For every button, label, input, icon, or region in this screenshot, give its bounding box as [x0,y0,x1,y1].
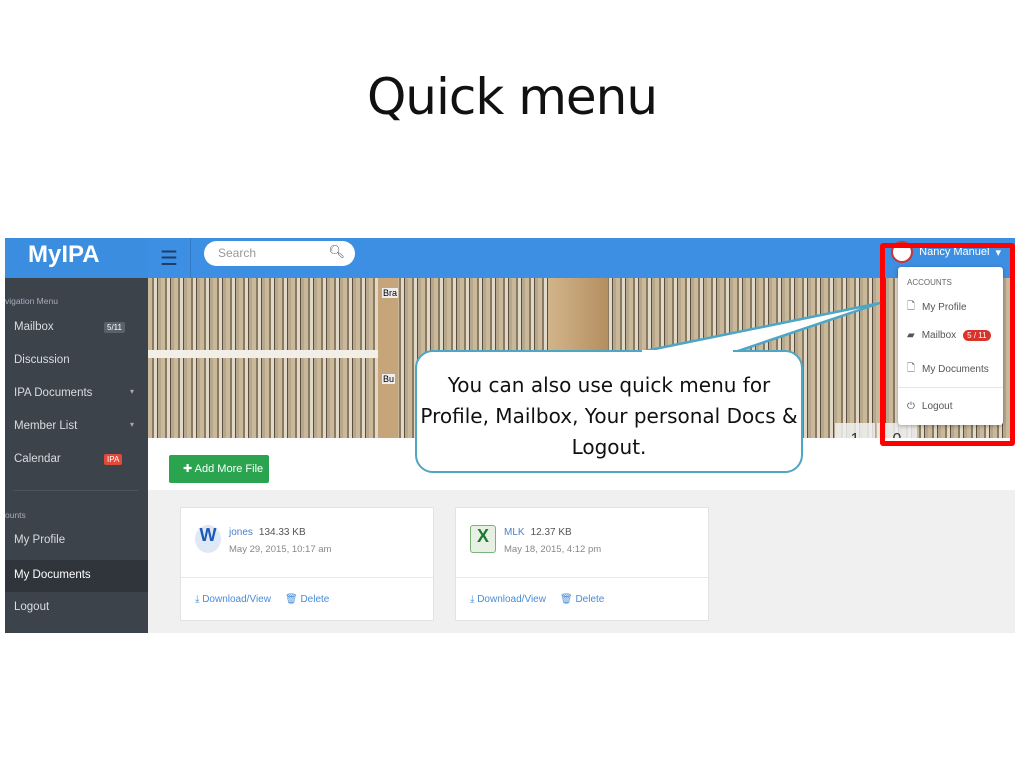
callout-pointer-cover [642,350,733,353]
